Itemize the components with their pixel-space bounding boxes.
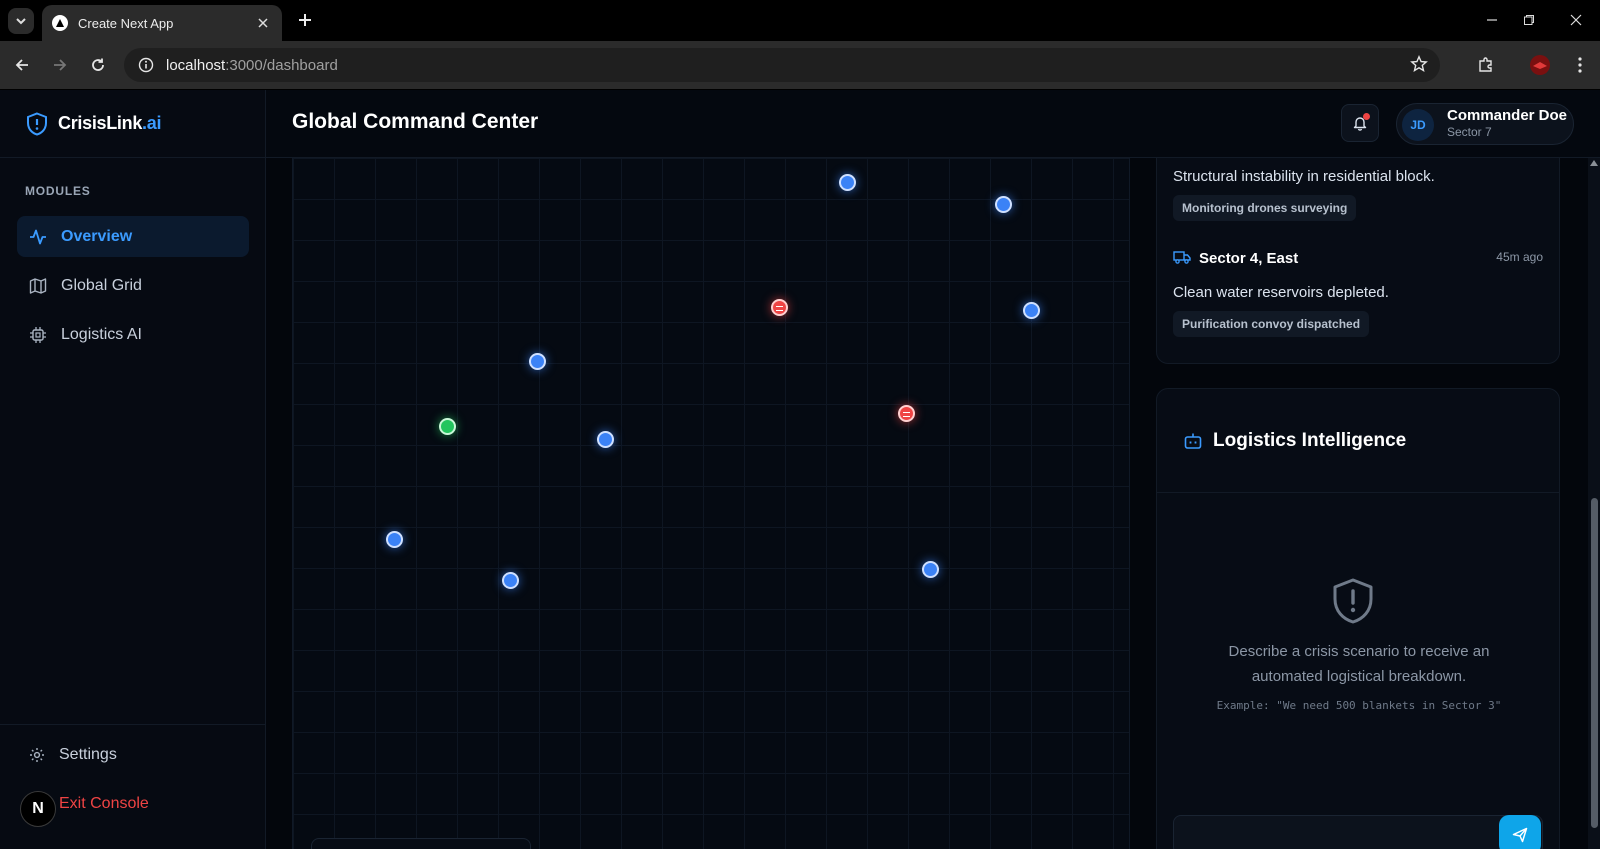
activity-icon xyxy=(30,229,46,244)
exit-console-label: Exit Console xyxy=(59,794,149,812)
sidebar-item-global-grid[interactable]: Global Grid xyxy=(17,265,249,306)
settings-label: Settings xyxy=(59,745,117,763)
nextjs-favicon-icon xyxy=(52,15,68,31)
notifications-button[interactable] xyxy=(1341,104,1379,142)
brand-name: CrisisLink.ai xyxy=(58,113,162,133)
logistics-intelligence-card: Logistics Intelligence Describe a crisis… xyxy=(1156,388,1560,849)
send-button[interactable] xyxy=(1499,815,1541,849)
logistics-example: Example: "We need 500 blankets in Sector… xyxy=(1216,699,1502,712)
browser-tab[interactable]: Create Next App xyxy=(42,5,282,41)
tab-title: Create Next App xyxy=(78,15,174,31)
shield-logo-icon xyxy=(27,111,47,136)
map-marker[interactable] xyxy=(386,531,403,548)
bookmark-star-icon[interactable] xyxy=(1410,55,1428,78)
map-marker-critical[interactable] xyxy=(898,405,915,422)
map-marker-safe[interactable] xyxy=(439,418,456,435)
url-path: :3000/dashboard xyxy=(225,56,338,74)
incident-location: Sector 4, East xyxy=(1199,250,1299,267)
profile-avatar-icon[interactable] xyxy=(1528,53,1552,77)
browser-tabbar: Create Next App xyxy=(0,0,1600,41)
sidebar: CrisisLink.ai MODULES Overview Global Gr… xyxy=(0,90,266,849)
notification-badge xyxy=(1363,113,1370,120)
map-icon xyxy=(29,277,47,294)
settings-link[interactable]: Settings xyxy=(17,734,249,775)
incident-description: Clean water reservoirs depleted. xyxy=(1173,284,1389,301)
user-name: Commander Doe xyxy=(1447,107,1568,124)
sidebar-footer: Settings Exit Console N xyxy=(0,724,266,849)
modules-section-label: MODULES xyxy=(25,184,91,198)
app-root: CrisisLink.ai MODULES Overview Global Gr… xyxy=(0,90,1600,849)
logistics-empty-state: Describe a crisis scenario to receive an… xyxy=(1228,643,1490,685)
cpu-icon xyxy=(30,326,46,343)
avatar: JD xyxy=(1402,109,1434,141)
sidebar-item-label: Global Grid xyxy=(61,276,142,294)
restore-button[interactable] xyxy=(1517,8,1541,32)
incident-feed-card: Structural instability in residential bl… xyxy=(1156,158,1560,364)
close-tab-icon[interactable] xyxy=(254,14,272,32)
reload-icon xyxy=(92,58,104,71)
browser-toolbar: localhost:3000/dashboard xyxy=(0,41,1600,90)
truck-icon xyxy=(1173,249,1191,270)
scenario-input[interactable] xyxy=(1173,815,1543,849)
arrow-left-icon xyxy=(15,59,28,71)
right-panel: Structural instability in residential bl… xyxy=(1156,158,1560,849)
map-marker[interactable] xyxy=(1023,302,1040,319)
incident-action-badge: Purification convoy dispatched xyxy=(1173,311,1370,337)
sidebar-item-label: Overview xyxy=(61,227,133,245)
back-button[interactable] xyxy=(10,53,34,77)
reload-button[interactable] xyxy=(86,53,110,77)
sidebar-item-logistics-ai[interactable]: Logistics AI xyxy=(17,314,249,355)
map-marker[interactable] xyxy=(922,561,939,578)
shield-alert-icon xyxy=(1333,578,1373,624)
page-title: Global Command Center xyxy=(292,110,539,133)
new-tab-button[interactable] xyxy=(294,9,316,31)
map-legend xyxy=(311,838,531,849)
incident-timestamp: 45m ago xyxy=(1496,250,1543,264)
map-marker[interactable] xyxy=(597,431,614,448)
logistics-title: Logistics Intelligence xyxy=(1213,429,1407,451)
forward-button[interactable] xyxy=(48,53,72,77)
map-marker[interactable] xyxy=(502,572,519,589)
incident-description: Structural instability in residential bl… xyxy=(1173,168,1435,185)
scroll-thumb[interactable] xyxy=(1591,498,1598,828)
scroll-up-arrow-icon[interactable] xyxy=(1590,160,1598,166)
user-sector: Sector 7 xyxy=(1447,125,1492,139)
logistics-header: Logistics Intelligence xyxy=(1157,389,1559,493)
site-info-icon[interactable] xyxy=(138,57,154,73)
tab-search-button[interactable] xyxy=(8,8,34,34)
map-marker[interactable] xyxy=(529,353,546,370)
bot-icon xyxy=(1184,433,1202,449)
extensions-puzzle-icon[interactable] xyxy=(1474,53,1498,77)
incident-action-badge: Monitoring drones surveying xyxy=(1173,195,1357,221)
sidebar-item-label: Logistics AI xyxy=(61,325,142,343)
map-marker[interactable] xyxy=(839,174,856,191)
nextjs-dev-avatar[interactable]: N xyxy=(20,791,56,827)
close-window-button[interactable] xyxy=(1564,8,1588,32)
sidebar-item-overview[interactable]: Overview xyxy=(17,216,249,257)
chevron-down-icon xyxy=(16,18,26,25)
send-icon xyxy=(1512,827,1528,843)
brand[interactable]: CrisisLink.ai xyxy=(0,90,265,158)
restore-icon xyxy=(1524,15,1534,25)
arrow-right-icon xyxy=(54,59,67,71)
global-map[interactable] xyxy=(292,158,1130,849)
minimize-button[interactable] xyxy=(1480,8,1504,32)
page-scrollbar[interactable] xyxy=(1588,158,1600,849)
gear-icon xyxy=(30,747,44,762)
close-icon xyxy=(1570,14,1582,26)
map-marker-critical[interactable] xyxy=(771,299,788,316)
url-host: localhost xyxy=(166,56,226,74)
browser-menu-icon[interactable] xyxy=(1568,53,1592,77)
minimize-icon xyxy=(1487,19,1497,21)
plus-icon xyxy=(299,14,311,26)
top-header: Global Command Center JD Commander Doe S… xyxy=(266,90,1600,158)
map-marker[interactable] xyxy=(995,196,1012,213)
address-bar[interactable]: localhost:3000/dashboard xyxy=(124,48,1440,82)
user-profile[interactable]: JD Commander Doe Sector 7 xyxy=(1396,103,1574,145)
